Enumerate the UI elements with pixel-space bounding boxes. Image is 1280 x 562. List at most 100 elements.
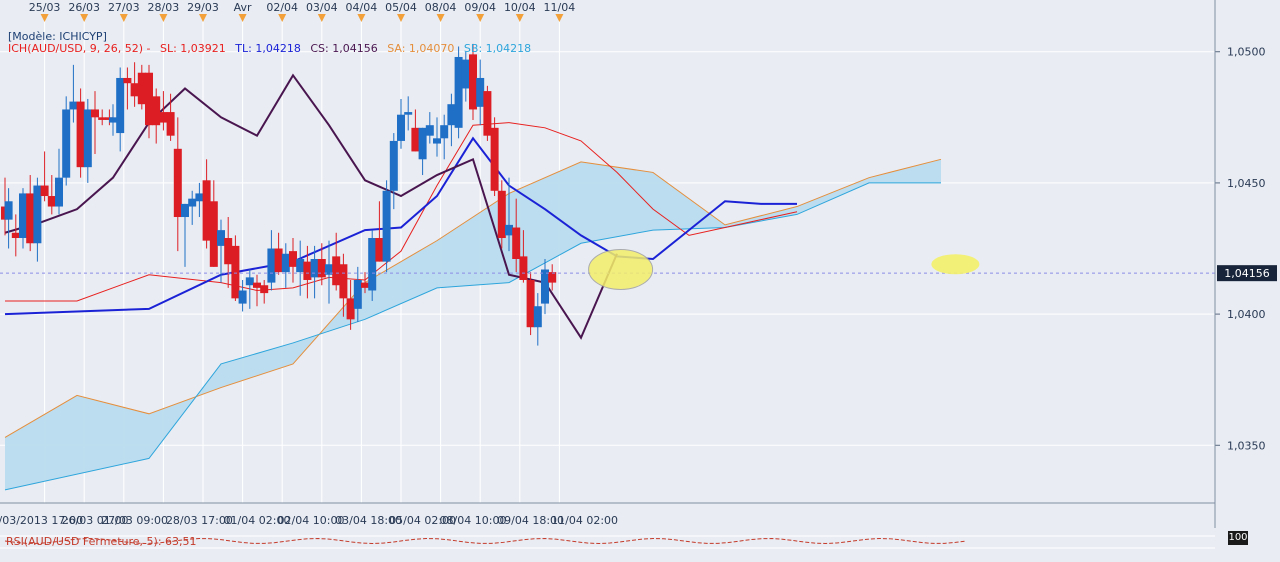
- candle-body: [231, 245, 240, 299]
- candle-body: [159, 112, 168, 123]
- highlight-ellipse: [588, 248, 654, 290]
- candle-body: [40, 185, 49, 197]
- candle-body: [130, 83, 139, 97]
- candle-body: [440, 125, 449, 139]
- candle-body: [296, 259, 305, 273]
- top-date-label: 04/04: [346, 1, 378, 14]
- candle-body: [346, 298, 355, 320]
- candle-body: [267, 248, 276, 283]
- highlight-ellipse: [931, 254, 980, 275]
- candle-body: [433, 138, 441, 144]
- top-date-label: Avr: [234, 1, 252, 14]
- candle-body: [469, 54, 477, 110]
- top-date-label: 11/04: [544, 1, 576, 14]
- ichimoku-legend: ICH(AUD/USD, 9, 26, 52) - SL: 1,03921 TL…: [8, 42, 537, 55]
- candle-body: [181, 203, 189, 218]
- top-date-label: 08/04: [425, 1, 457, 14]
- candle-body: [397, 114, 405, 141]
- chart[interactable]: 1,0500 1,0450 1,0400 1,0350 25/03 26/03 27/03 2…: [0, 0, 1280, 562]
- legend-tl: TL: 1,04218: [235, 42, 301, 55]
- candle-body: [98, 117, 107, 120]
- candle-body: [217, 230, 225, 246]
- candle-body: [548, 272, 557, 283]
- candle-body: [166, 112, 175, 136]
- candle-body: [454, 56, 463, 128]
- candle-body: [209, 201, 218, 267]
- candle-body: [260, 285, 269, 294]
- candle-body: [62, 109, 71, 178]
- candle-body: [137, 72, 146, 105]
- y-tick-label: 1,0400: [1227, 308, 1266, 321]
- candle-body: [361, 282, 369, 288]
- candle-body: [310, 259, 319, 278]
- candle-body: [11, 232, 20, 239]
- candle-body: [245, 277, 254, 286]
- candle-body: [483, 91, 492, 136]
- top-date-label: 03/04: [306, 1, 338, 14]
- candle-body: [303, 261, 312, 280]
- candle-body: [33, 185, 42, 244]
- candle-body: [76, 101, 85, 168]
- candle-body: [4, 201, 13, 220]
- candle-body: [173, 148, 182, 218]
- candle-body: [188, 198, 197, 207]
- top-date-label: 02/04: [266, 1, 298, 14]
- candle-body: [476, 77, 485, 107]
- candle-body: [317, 259, 326, 278]
- candle-body: [55, 177, 63, 207]
- candle-body: [519, 256, 528, 280]
- candle-body: [404, 112, 413, 115]
- top-date-label: 27/03: [108, 1, 140, 14]
- top-date-label: 09/04: [464, 1, 496, 14]
- candle-body: [224, 238, 233, 265]
- top-date-label: 25/03: [29, 1, 61, 14]
- top-date-label: 26/03: [68, 1, 100, 14]
- candle-body: [152, 96, 161, 126]
- candle-body: [145, 72, 153, 126]
- candle-body: [253, 282, 261, 288]
- current-price-label: 1,04156: [1224, 267, 1270, 280]
- candle-body: [202, 180, 211, 241]
- candle-body: [425, 125, 434, 136]
- legend-sl: SL: 1,03921: [159, 42, 226, 55]
- candle-body: [109, 117, 117, 123]
- candle-body: [281, 253, 290, 273]
- x-tick-label: 11/04 02:00: [551, 514, 618, 527]
- y-tick-label: 1,0350: [1227, 439, 1266, 452]
- top-date-label: 10/04: [504, 1, 536, 14]
- candle-body: [447, 104, 456, 126]
- candle-body: [238, 290, 247, 304]
- candle-body: [461, 59, 470, 89]
- candle-body: [83, 109, 92, 168]
- candle-body: [382, 190, 391, 262]
- candle-body: [353, 279, 362, 309]
- candle-body: [490, 127, 499, 191]
- candle-body: [368, 238, 377, 291]
- y-tick-label: 1,0500: [1227, 46, 1266, 59]
- candle-body: [512, 227, 521, 259]
- candle-body: [418, 127, 427, 160]
- candle-body: [274, 248, 283, 273]
- candle-body: [91, 109, 99, 118]
- top-date-label: 05/04: [385, 1, 417, 14]
- candle-body: [69, 101, 78, 110]
- legend-sa: SA: 1,04070: [387, 42, 455, 55]
- chart-canvas[interactable]: 1,0500 1,0450 1,0400 1,0350 25/03 26/03 27/03 2…: [0, 0, 1280, 562]
- legend-instrument: ICH(AUD/USD, 9, 26, 52) -: [8, 42, 151, 55]
- candle-body: [541, 269, 549, 304]
- rsi-label: RSI(AUD/USD Fermeture, 5): 63,51: [6, 535, 197, 548]
- candle-body: [289, 251, 297, 267]
- legend-cs: CS: 1,04156: [310, 42, 378, 55]
- y-tick-label: 1,0450: [1227, 177, 1266, 190]
- candle-body: [332, 256, 341, 286]
- candle-body: [123, 77, 132, 84]
- candle-body: [195, 193, 204, 202]
- top-date-label: 28/03: [148, 1, 180, 14]
- candle-body: [19, 193, 27, 239]
- top-date-label: 29/03: [187, 1, 219, 14]
- candle-body: [116, 77, 125, 134]
- rsi-max-label: 100: [1228, 531, 1248, 545]
- candle-body: [526, 279, 535, 328]
- candle-body: [375, 238, 384, 262]
- candle-body: [47, 196, 56, 207]
